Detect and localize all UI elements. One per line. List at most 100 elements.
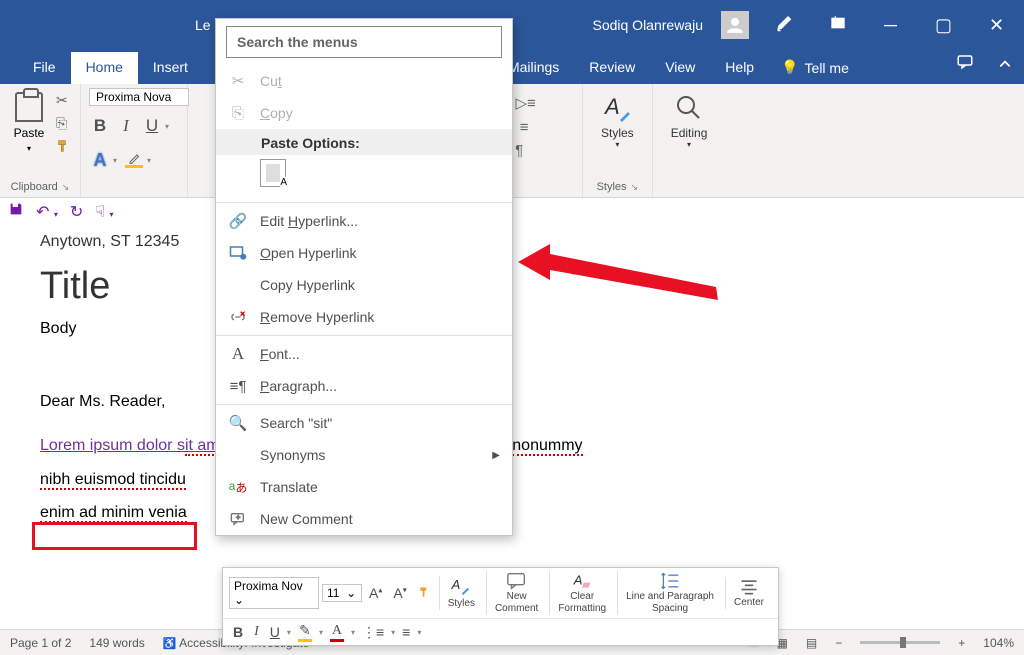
menu-synonyms[interactable]: Synonyms ▶ — [216, 439, 512, 471]
ribbon-chevron-up-icon[interactable] — [986, 57, 1024, 84]
close-button[interactable]: ✕ — [979, 15, 1014, 36]
text-effects-button[interactable]: A — [91, 150, 109, 171]
tab-review[interactable]: Review — [574, 52, 650, 84]
menu-remove-hyperlink[interactable]: Remove Hyperlink — [216, 301, 512, 333]
svg-text:+: + — [236, 513, 240, 522]
word-count[interactable]: 149 words — [89, 636, 144, 650]
mini-clear-formatting-button[interactable]: A Clear Formatting — [549, 571, 614, 615]
mini-center-button[interactable]: Center — [725, 577, 772, 609]
hyperlink-text[interactable]: Lorem ipsum dolor s — [40, 437, 185, 454]
comment-icon: + — [228, 512, 248, 526]
touch-mode-button[interactable]: ☟ ▾ — [95, 202, 113, 222]
mini-font-color-button[interactable]: A — [326, 623, 348, 642]
pen-icon[interactable] — [767, 14, 802, 37]
svg-text:A: A — [573, 572, 583, 587]
paste-keep-text-icon[interactable]: A — [260, 159, 286, 187]
ribbon-group-styles: A Styles ▾ Styles ↘ — [583, 84, 653, 197]
translate-icon: aあ — [228, 479, 248, 496]
mini-underline-button[interactable]: U — [266, 624, 284, 640]
menu-search-sit[interactable]: 🔍 Search "sit" — [216, 407, 512, 439]
context-menu: Search the menus ✂ Cut ⎘ Copy Paste Opti… — [215, 18, 513, 536]
link-icon: 🔗 — [228, 212, 248, 230]
mini-bold-button[interactable]: B — [229, 624, 247, 640]
title-heading: Title — [40, 265, 1024, 308]
comments-icon[interactable] — [944, 53, 986, 84]
tab-help[interactable]: Help — [710, 52, 769, 84]
menu-open-hyperlink[interactable]: Open Hyperlink — [216, 237, 512, 269]
mini-bullets-button[interactable]: ⋮≡ — [358, 624, 388, 641]
menu-edit-hyperlink[interactable]: 🔗 Edit Hyperlink... — [216, 205, 512, 237]
bold-button[interactable]: B — [91, 116, 109, 136]
menu-copy-hyperlink[interactable]: Copy Hyperlink — [216, 269, 512, 301]
paragraph-2: nibh euismod tincidu — [40, 463, 1024, 497]
editing-button[interactable]: Editing ▾ — [661, 88, 718, 153]
salutation: Dear Ms. Reader, — [40, 393, 1024, 411]
mini-styles-button[interactable]: A Styles — [439, 576, 483, 610]
body-label: Body — [40, 320, 1024, 338]
menu-translate[interactable]: aあ Translate — [216, 471, 512, 503]
italic-button[interactable]: I — [117, 116, 135, 136]
svg-text:A: A — [451, 577, 461, 592]
menu-cut[interactable]: ✂ Cut — [216, 65, 512, 97]
mini-numbering-button[interactable]: ≡ — [398, 624, 414, 640]
cut-icon: ✂ — [228, 72, 248, 90]
copy-icon[interactable]: ⎘ — [56, 115, 72, 132]
paste-options: A — [216, 155, 512, 200]
svg-text:A: A — [603, 94, 620, 119]
grow-font-button[interactable]: A▴ — [365, 585, 386, 601]
mini-font-selector[interactable]: Proxima Nov ⌄ — [229, 577, 319, 609]
redo-button[interactable]: ↻ — [70, 202, 83, 222]
user-avatar[interactable] — [721, 11, 749, 39]
mini-line-spacing-button[interactable]: Line and Paragraph Spacing — [617, 571, 722, 615]
styles-button[interactable]: A Styles ▾ — [591, 88, 644, 153]
highlight-button[interactable] — [125, 153, 143, 168]
cut-icon[interactable]: ✂ — [56, 92, 72, 109]
mini-toolbar: Proxima Nov ⌄ 11 ⌄ A▴ A▾ A Styles New Co… — [222, 567, 779, 646]
paste-button[interactable]: Paste ▾ — [8, 88, 50, 153]
styles-launcher[interactable]: ↘ — [631, 182, 639, 193]
zoom-in-button[interactable]: + — [958, 636, 965, 650]
mini-size-selector[interactable]: 11 ⌄ — [322, 584, 362, 602]
format-painter-icon[interactable] — [414, 585, 436, 602]
tell-me[interactable]: 💡 Tell me — [769, 59, 861, 84]
menu-copy[interactable]: ⎘ Copy — [216, 97, 512, 129]
maximize-button[interactable]: ▢ — [926, 15, 961, 36]
window-icon[interactable] — [820, 15, 855, 36]
search-icon: 🔍 — [228, 414, 248, 432]
menu-search-input[interactable]: Search the menus — [226, 26, 502, 58]
format-painter-icon[interactable] — [56, 138, 72, 157]
tab-file[interactable]: File — [18, 52, 71, 84]
zoom-slider[interactable] — [860, 641, 940, 644]
clipboard-launcher[interactable]: ↘ — [62, 182, 70, 193]
mini-highlight-button[interactable]: ✎ — [294, 622, 316, 642]
mini-italic-button[interactable]: I — [250, 624, 263, 640]
remove-link-icon — [228, 309, 248, 325]
page-indicator[interactable]: Page 1 of 2 — [10, 636, 71, 650]
mini-new-comment-button[interactable]: New Comment — [486, 571, 546, 615]
chevron-right-icon: ▶ — [492, 450, 500, 461]
view-web-button[interactable]: ▤ — [806, 636, 817, 650]
tab-home[interactable]: Home — [71, 52, 138, 84]
minimize-button[interactable]: ─ — [873, 15, 908, 36]
menu-font[interactable]: A Font... — [216, 338, 512, 370]
zoom-out-button[interactable]: − — [835, 636, 842, 650]
ribbon-group-font: Proxima Nova B I U▾ A▾ ▾ — [81, 84, 188, 197]
font-name-selector[interactable]: Proxima Nova — [89, 88, 189, 106]
shrink-font-button[interactable]: A▾ — [389, 585, 410, 601]
callout-highlight-link — [32, 522, 197, 550]
underline-button[interactable]: U — [143, 116, 161, 136]
paragraph-icon: ≡¶ — [228, 378, 248, 395]
copy-icon: ⎘ — [228, 105, 248, 122]
ribbon-group-editing: Editing ▾ — [653, 84, 726, 197]
open-link-icon — [228, 245, 248, 261]
ribbon-group-clipboard: Paste ▾ ✂ ⎘ Clipboard ↘ — [0, 84, 81, 197]
save-button[interactable] — [8, 201, 24, 222]
tab-view[interactable]: View — [650, 52, 710, 84]
menu-paragraph[interactable]: ≡¶ Paragraph... — [216, 370, 512, 402]
tab-insert[interactable]: Insert — [138, 52, 203, 84]
user-name: Sodiq Olanrewaju — [592, 17, 703, 33]
paste-options-header: Paste Options: — [216, 129, 512, 155]
zoom-level[interactable]: 104% — [983, 636, 1014, 650]
undo-button[interactable]: ↶ ▾ — [36, 202, 58, 222]
menu-new-comment[interactable]: + New Comment — [216, 503, 512, 535]
